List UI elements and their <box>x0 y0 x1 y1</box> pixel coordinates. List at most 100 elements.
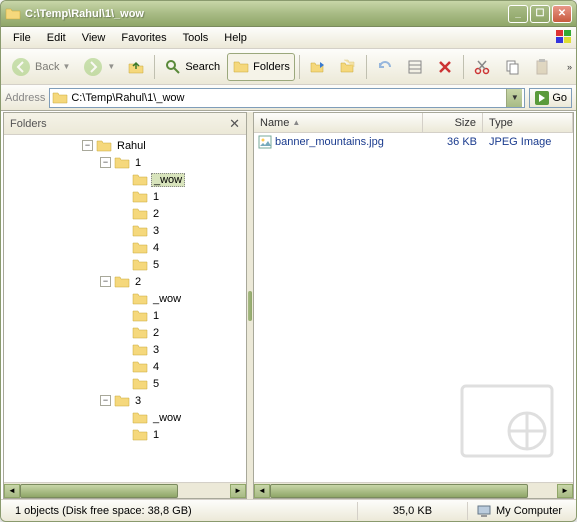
tree-node[interactable]: 5 <box>4 256 246 273</box>
move-to-button[interactable] <box>304 53 332 81</box>
copy-to-icon <box>339 58 357 76</box>
close-button[interactable]: ✕ <box>552 5 572 23</box>
tree-node-label: _wow <box>151 412 183 424</box>
collapse-icon[interactable]: − <box>100 276 111 287</box>
tree-node-label: _wow <box>151 173 185 187</box>
tree-node[interactable]: _wow <box>4 409 246 426</box>
collapse-icon[interactable]: − <box>100 157 111 168</box>
search-button[interactable]: Search <box>159 53 225 81</box>
tree-node[interactable]: 4 <box>4 239 246 256</box>
menu-favorites[interactable]: Favorites <box>113 30 174 46</box>
file-name: banner_mountains.jpg <box>275 136 384 148</box>
menu-tools[interactable]: Tools <box>175 30 217 46</box>
paste-icon <box>533 58 551 76</box>
maximize-button[interactable]: ☐ <box>530 5 550 23</box>
scroll-left-button[interactable]: ◄ <box>4 484 20 498</box>
menu-view[interactable]: View <box>74 30 114 46</box>
tree-node[interactable]: −3 <box>4 392 246 409</box>
addressbar: Address C:\Temp\Rahul\1\_wow ▼ Go <box>1 85 576 111</box>
back-label: Back <box>35 61 59 73</box>
windows-flag-icon <box>554 28 574 46</box>
file-row[interactable]: banner_mountains.jpg36 KBJPEG Image <box>254 133 573 150</box>
scroll-left-button[interactable]: ◄ <box>254 484 270 498</box>
file-type: JPEG Image <box>483 136 573 148</box>
folder-icon <box>114 156 130 170</box>
chevron-down-icon: ▼ <box>62 62 70 71</box>
folder-icon <box>132 207 148 221</box>
delete-button[interactable] <box>431 53 459 81</box>
collapse-icon[interactable]: − <box>100 395 111 406</box>
up-icon <box>127 58 145 76</box>
collapse-icon[interactable]: − <box>82 140 93 151</box>
column-name[interactable]: Name▲ <box>254 113 423 132</box>
copy-to-button[interactable] <box>334 53 362 81</box>
tree-node-label: 3 <box>151 225 161 237</box>
tree-node[interactable]: 5 <box>4 375 246 392</box>
go-icon <box>534 90 550 106</box>
folder-tree[interactable]: −Rahul−1_wow12345−2_wow12345−3_wow1 <box>4 135 246 482</box>
cut-button[interactable] <box>468 53 496 81</box>
tree-node[interactable]: −1 <box>4 154 246 171</box>
column-size[interactable]: Size <box>423 113 483 132</box>
tree-node[interactable]: −2 <box>4 273 246 290</box>
tree-node[interactable]: 4 <box>4 358 246 375</box>
titlebar[interactable]: C:\Temp\Rahul\1\_wow _ ☐ ✕ <box>1 1 576 27</box>
go-button[interactable]: Go <box>529 88 572 108</box>
minimize-button[interactable]: _ <box>508 5 528 23</box>
search-label: Search <box>185 61 220 73</box>
tree-hscrollbar[interactable]: ◄ ► <box>4 482 246 498</box>
tree-node[interactable]: 3 <box>4 341 246 358</box>
folder-icon <box>132 292 148 306</box>
forward-icon <box>82 56 104 78</box>
menu-file[interactable]: File <box>5 30 39 46</box>
expander-blank <box>118 191 129 202</box>
list-hscrollbar[interactable]: ◄ ► <box>254 482 573 498</box>
tree-node[interactable]: 1 <box>4 426 246 443</box>
menu-help[interactable]: Help <box>216 30 255 46</box>
back-icon <box>10 56 32 78</box>
folders-button[interactable]: Folders <box>227 53 295 81</box>
back-button[interactable]: Back ▼ <box>5 53 75 81</box>
tree-node-label: Rahul <box>115 140 148 152</box>
address-dropdown[interactable]: ▼ <box>506 89 522 107</box>
status-location: My Computer <box>468 502 570 520</box>
image-file-icon <box>258 135 272 149</box>
copy-button[interactable] <box>498 53 526 81</box>
forward-button[interactable]: ▼ <box>77 53 120 81</box>
folders-label: Folders <box>253 61 290 73</box>
folder-icon <box>132 258 148 272</box>
tree-node[interactable]: 1 <box>4 307 246 324</box>
folder-icon <box>132 173 148 187</box>
tree-node-label: 2 <box>133 276 143 288</box>
tree-node[interactable]: _wow <box>4 171 246 188</box>
go-label: Go <box>552 92 567 104</box>
tree-node[interactable]: − Rahul <box>4 137 246 154</box>
file-list[interactable]: banner_mountains.jpg36 KBJPEG Image <box>254 133 573 482</box>
tree-node[interactable]: 2 <box>4 205 246 222</box>
folder-icon <box>132 360 148 374</box>
expander-blank <box>118 242 129 253</box>
scroll-right-button[interactable]: ► <box>230 484 246 498</box>
views-button[interactable] <box>401 53 429 81</box>
tree-node[interactable]: 1 <box>4 188 246 205</box>
tree-node[interactable]: 3 <box>4 222 246 239</box>
folder-icon <box>132 343 148 357</box>
tree-node-label: 4 <box>151 242 161 254</box>
undo-button[interactable] <box>371 53 399 81</box>
paste-button[interactable] <box>528 53 556 81</box>
folder-icon <box>132 377 148 391</box>
toolbar-overflow[interactable]: » <box>567 62 572 72</box>
folder-icon <box>96 139 112 153</box>
explorer-window: C:\Temp\Rahul\1\_wow _ ☐ ✕ File Edit Vie… <box>0 0 577 522</box>
folder-icon <box>114 275 130 289</box>
address-input[interactable]: C:\Temp\Rahul\1\_wow ▼ <box>49 88 525 108</box>
tree-node[interactable]: _wow <box>4 290 246 307</box>
scroll-right-button[interactable]: ► <box>557 484 573 498</box>
menu-edit[interactable]: Edit <box>39 30 74 46</box>
tree-node-label: 1 <box>133 157 143 169</box>
close-pane-button[interactable]: ✕ <box>229 116 240 132</box>
column-type[interactable]: Type <box>483 113 573 132</box>
tree-node-label: 3 <box>151 344 161 356</box>
up-button[interactable] <box>122 53 150 81</box>
tree-node[interactable]: 2 <box>4 324 246 341</box>
